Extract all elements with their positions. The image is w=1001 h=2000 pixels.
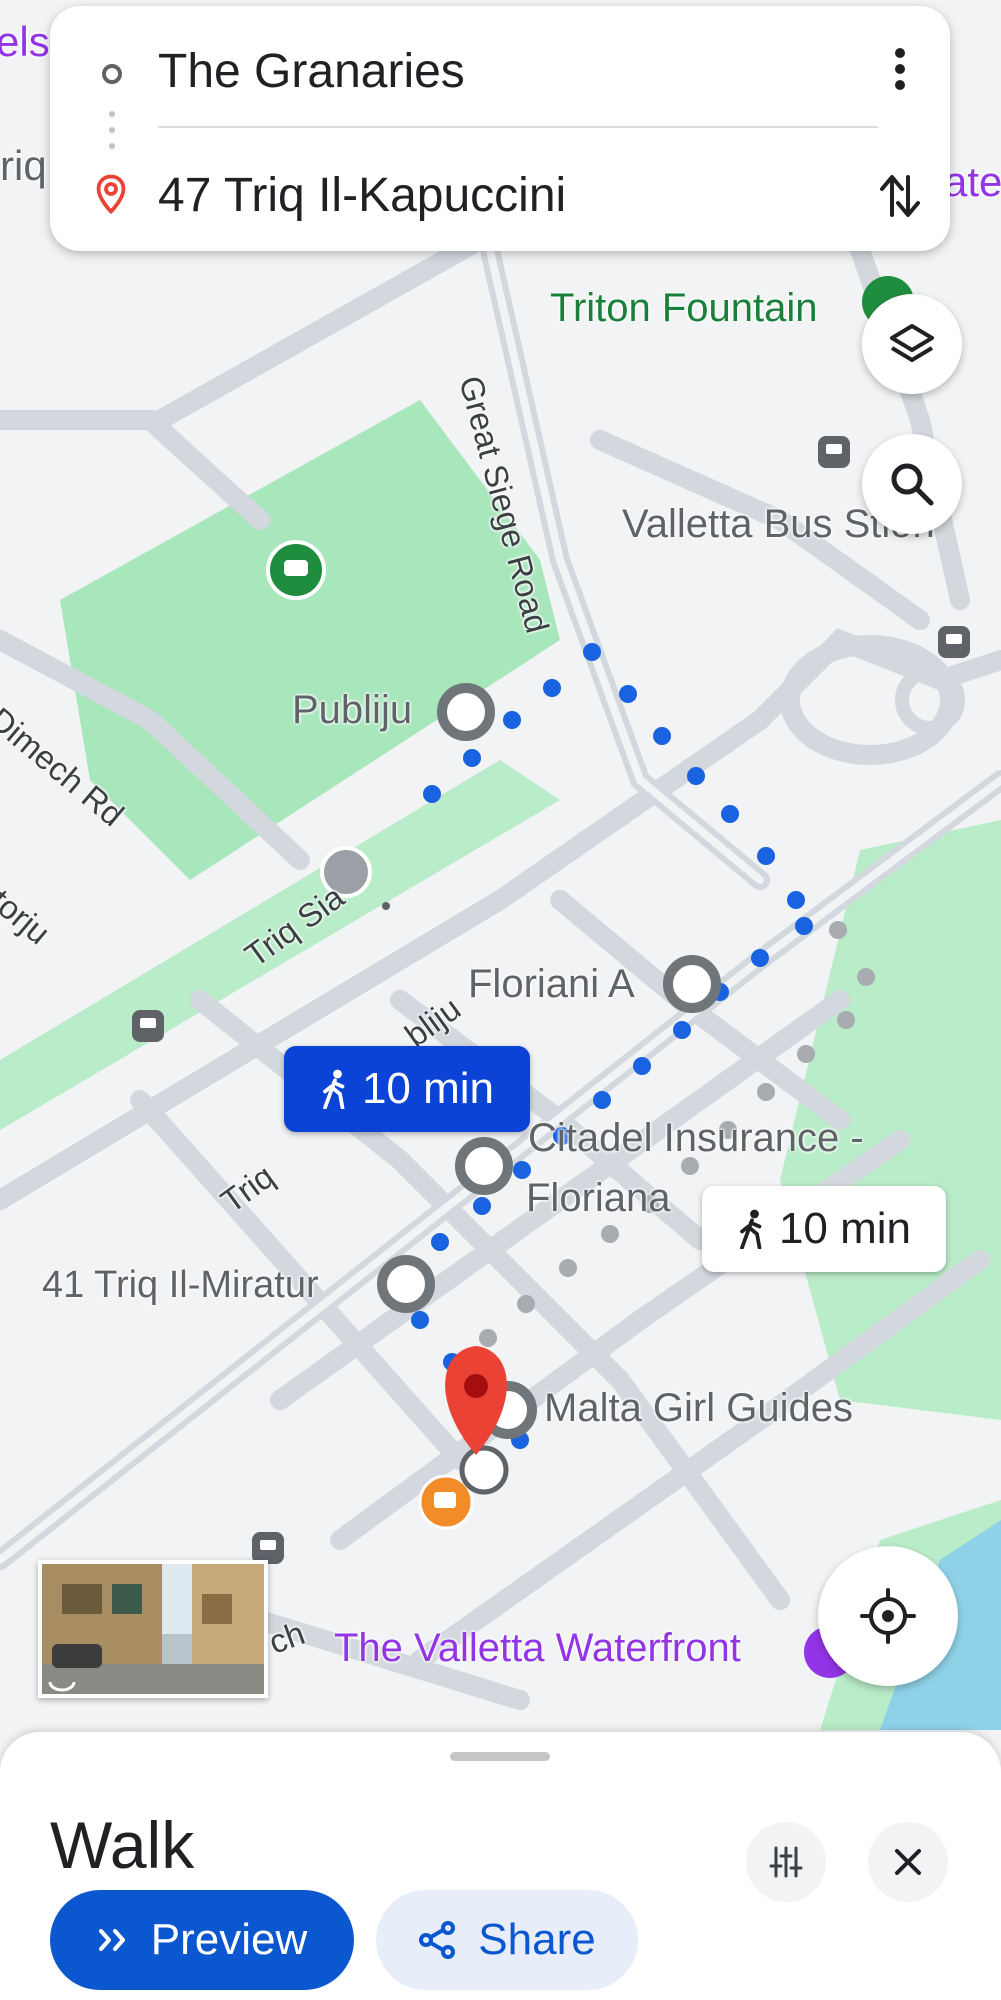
layers-icon — [890, 324, 934, 362]
route-card: The Granaries 47 Triq Il-Kapuccini — [50, 6, 950, 251]
route-divider — [158, 126, 878, 128]
walk-duration-bubble-alt[interactable]: 10 min — [702, 1186, 946, 1272]
sheet-title: Walk — [50, 1808, 195, 1882]
label-citadel-1[interactable]: Citadel Insurance - — [528, 1116, 864, 1161]
share-label: Share — [478, 1915, 596, 1964]
share-icon — [419, 1921, 456, 1959]
walk-icon — [740, 1209, 762, 1249]
close-button[interactable] — [868, 1822, 948, 1902]
share-button[interactable]: Share — [376, 1890, 638, 1990]
swap-vert-icon — [880, 175, 920, 217]
street-view-image — [42, 1564, 264, 1694]
search-along-route-button[interactable] — [862, 434, 962, 534]
preview-label: Preview — [150, 1915, 308, 1964]
destination-row[interactable]: 47 Triq Il-Kapuccini — [50, 146, 950, 246]
walk-duration-text: 10 min — [361, 1064, 495, 1113]
walk-duration-alt-text: 10 min — [778, 1204, 912, 1253]
close-icon — [895, 1849, 921, 1875]
label-riq: riq — [0, 142, 47, 189]
walk-duration-bubble-primary[interactable]: 10 min — [284, 1046, 530, 1132]
origin-dot-icon — [102, 64, 122, 84]
origin-row[interactable]: The Granaries — [50, 24, 950, 124]
label-malta-girl-guides[interactable]: Malta Girl Guides — [544, 1386, 853, 1431]
label-triton-fountain[interactable]: Triton Fountain — [550, 286, 818, 331]
label-citadel-2[interactable]: Floriana — [526, 1176, 671, 1221]
label-floriani[interactable]: Floriani A — [468, 962, 635, 1007]
label-els: els — [0, 18, 50, 65]
bottom-sheet: Walk Preview Share — [0, 1732, 1001, 2000]
my-location-button[interactable] — [818, 1546, 958, 1686]
more-options-button[interactable] — [870, 34, 930, 104]
more-vert-icon — [895, 48, 905, 90]
label-miratur[interactable]: 41 Triq Il-Miratur — [42, 1264, 319, 1307]
preview-button[interactable]: Preview — [50, 1890, 354, 1990]
layers-button[interactable] — [862, 294, 962, 394]
label-publiju[interactable]: Publiju — [292, 688, 412, 733]
tune-icon — [769, 1846, 803, 1878]
walk-icon — [323, 1069, 345, 1109]
search-icon — [891, 463, 934, 506]
destination-pin-icon — [96, 174, 126, 214]
label-ate: ate — [944, 158, 1001, 205]
origin-field[interactable]: The Granaries — [158, 44, 465, 99]
double-chevron-right-icon — [98, 1929, 125, 1951]
drag-handle[interactable] — [450, 1752, 550, 1761]
destination-field[interactable]: 47 Triq Il-Kapuccini — [158, 168, 566, 223]
my-location-icon — [860, 1588, 916, 1644]
label-valletta-waterfront[interactable]: The Valletta Waterfront — [334, 1626, 741, 1671]
swap-route-button[interactable] — [860, 156, 940, 236]
route-options-button[interactable] — [746, 1822, 826, 1902]
street-view-thumbnail[interactable] — [38, 1560, 268, 1698]
